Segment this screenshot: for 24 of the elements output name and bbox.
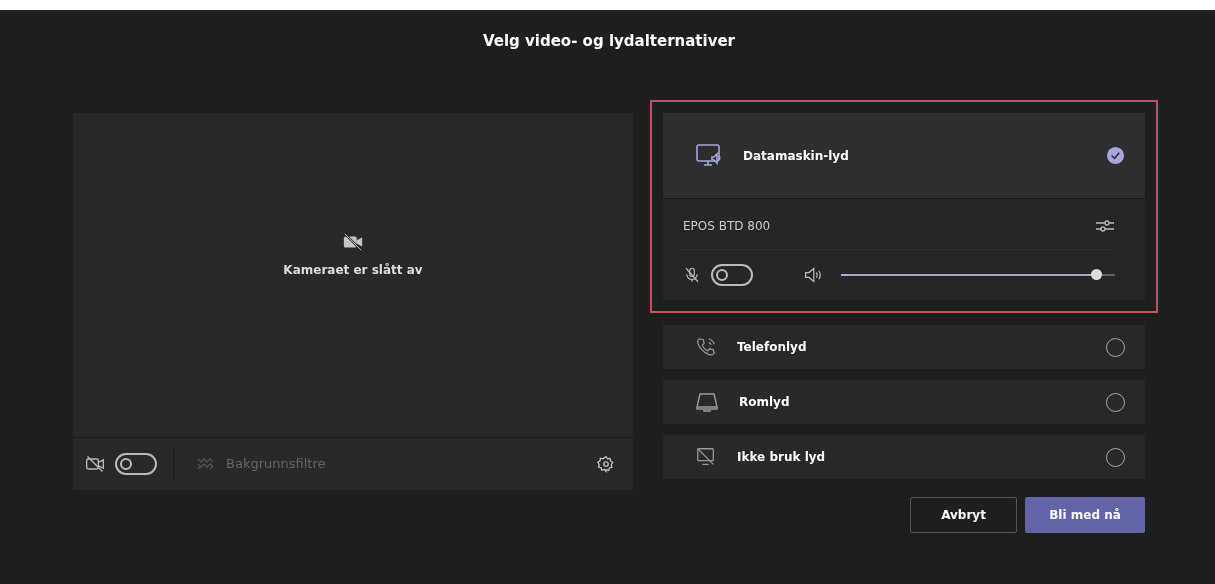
filters-icon bbox=[196, 456, 216, 472]
device-name: EPOS BTD 800 bbox=[683, 218, 771, 235]
audio-option[interactable]: Romlyd bbox=[663, 380, 1145, 424]
slider-thumb[interactable] bbox=[1090, 269, 1102, 280]
speaker-icon bbox=[803, 266, 823, 284]
computer-speaker-icon bbox=[695, 142, 723, 169]
audio-option[interactable]: Telefonlyd bbox=[663, 325, 1145, 369]
selected-check-icon bbox=[1106, 146, 1125, 165]
camera-status-text: Kameraet er slått av bbox=[283, 262, 423, 279]
room-device-icon bbox=[695, 391, 719, 413]
camera-off-icon bbox=[342, 231, 364, 253]
camera-off-icon bbox=[85, 454, 105, 474]
dialog-title: Velg video- og lydalternativer bbox=[481, 31, 736, 52]
settings-icon[interactable] bbox=[597, 455, 615, 473]
microphone-toggle[interactable] bbox=[711, 264, 753, 286]
join-button[interactable]: Bli med nå bbox=[1025, 497, 1145, 533]
no-audio-icon bbox=[695, 446, 717, 468]
audio-option[interactable]: Datamaskin-lyd bbox=[663, 113, 1145, 198]
adjust-settings-icon[interactable] bbox=[1095, 218, 1115, 234]
audio-option[interactable]: Ikke bruk lyd bbox=[663, 435, 1145, 479]
microphone-off-icon bbox=[683, 266, 701, 284]
cancel-button[interactable]: Avbryt bbox=[910, 497, 1017, 533]
camera-toggle[interactable] bbox=[115, 453, 157, 475]
phone-icon bbox=[695, 336, 717, 358]
